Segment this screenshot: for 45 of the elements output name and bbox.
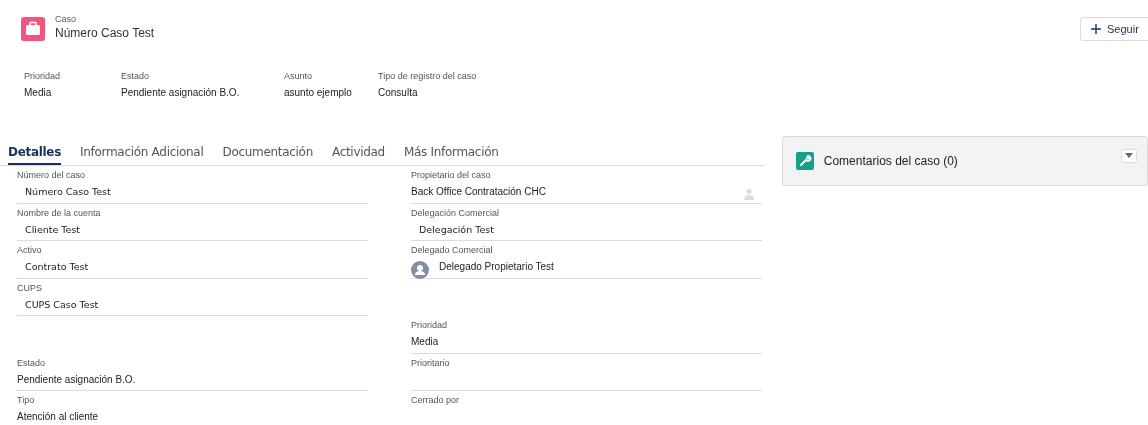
dropdown-button[interactable]: [1121, 149, 1137, 163]
field-value: Pendiente asignación B.O.: [17, 373, 136, 385]
field-label: Delegado Comercial: [411, 245, 494, 256]
field-label: CUPS: [17, 282, 43, 294]
user-avatar-icon: [411, 261, 429, 279]
field-label: Asunto: [284, 71, 314, 81]
field-value: Pendiente asignación B.O.: [121, 87, 241, 98]
field-value: CUPS Caso Test: [24, 298, 99, 310]
field-label: Prioridad: [411, 320, 449, 331]
record-title: Número Caso Test: [55, 25, 155, 41]
tab[interactable]: Más Información: [403, 140, 499, 165]
field-value: Delegación Test: [418, 223, 494, 235]
field-value: Número Caso Test: [24, 186, 111, 197]
card-title: Comentarios del caso (0): [823, 154, 958, 168]
field-label: Estado: [121, 71, 151, 81]
plus-icon: [1091, 24, 1101, 34]
field-label: Tipo: [17, 395, 36, 406]
field-value: Delegado Propietario Test: [439, 261, 554, 272]
field-value: Cliente Test: [24, 223, 81, 235]
field-value: Back Office Contratación CHC: [411, 186, 546, 197]
field-value: Atención al cliente: [17, 411, 99, 422]
field-label: Cerrado por: [411, 395, 461, 406]
field-label: Número del caso: [17, 170, 87, 181]
field-value: asunto ejemplo: [284, 87, 353, 98]
field-value: Contrato Test: [24, 261, 89, 272]
field-label: Propietario del caso: [411, 170, 492, 181]
field-label: Activo: [17, 245, 43, 256]
field-label: Delegación Comercial: [411, 207, 501, 219]
field-label: Prioridad: [24, 71, 62, 81]
briefcase-icon: [21, 17, 45, 41]
field-label: Nombre de la cuenta: [17, 207, 102, 219]
field-label: Tipo de registro del caso: [378, 71, 477, 81]
field-value: Media: [411, 336, 439, 347]
field-value: Consulta: [378, 87, 419, 98]
tab[interactable]: Actividad: [331, 140, 385, 165]
tab[interactable]: Detalles: [8, 140, 62, 165]
object-label: Caso: [55, 13, 77, 25]
follow-button[interactable]: Seguir: [1080, 17, 1148, 41]
tab[interactable]: Información Adicional: [80, 140, 204, 165]
wrench-icon: [795, 152, 814, 170]
tab[interactable]: Documentación: [222, 140, 313, 165]
caret-icon: [1125, 153, 1133, 159]
field-label: Estado: [17, 357, 47, 369]
field-label: Prioritario: [411, 357, 451, 369]
field-value: Media: [24, 87, 53, 98]
